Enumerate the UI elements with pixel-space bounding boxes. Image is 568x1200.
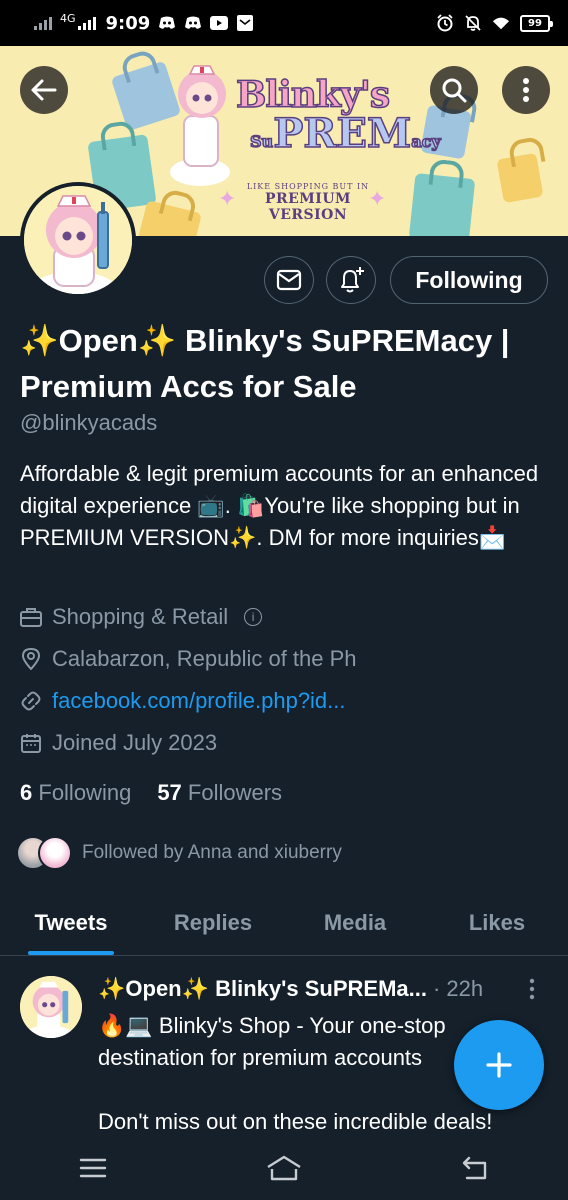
website-link[interactable]: facebook.com/profile.php?id...	[52, 688, 346, 714]
signal-icon-2	[77, 16, 96, 30]
tweet-author-name[interactable]: ✨Open✨ Blinky's SuPREMa...	[98, 976, 427, 1002]
back-arrow-icon	[31, 79, 57, 101]
location-text: Calabarzon, Republic of the Ph	[52, 646, 357, 671]
tab-replies[interactable]: Replies	[142, 888, 284, 955]
shopping-bag-icon	[408, 173, 476, 236]
message-button[interactable]	[264, 256, 314, 304]
username-handle: @blinkyacads	[20, 410, 158, 435]
tweet-timestamp[interactable]: · 22h	[433, 976, 483, 1002]
plus-icon	[486, 1052, 512, 1078]
joined-date: Joined July 2023	[52, 730, 218, 755]
location-row: Calabarzon, Republic of the Ph	[20, 646, 357, 672]
followed-by-row[interactable]: Followed by Anna and xiuberry	[16, 836, 342, 870]
briefcase-icon	[20, 606, 42, 628]
notifications-button[interactable]	[326, 256, 376, 304]
compose-tweet-button[interactable]	[454, 1020, 544, 1110]
system-navigation-bar	[0, 1140, 568, 1200]
followed-by-text: Followed by Anna and xiuberry	[82, 842, 342, 863]
discord-icon	[158, 16, 176, 31]
signal-icon	[34, 16, 52, 30]
status-bar: 4G 9:09 99	[0, 0, 568, 46]
youtube-icon	[210, 16, 229, 31]
network-type: 4G	[60, 11, 76, 25]
link-row: facebook.com/profile.php?id...	[20, 688, 346, 714]
joined-row: Joined July 2023	[20, 730, 217, 756]
recent-apps-button[interactable]	[79, 1157, 107, 1184]
back-nav-button[interactable]	[461, 1156, 489, 1185]
mascot-illustration	[170, 60, 236, 190]
profile-bio: Affordable & legit premium accounts for …	[20, 461, 539, 550]
follow-counts: 6 Following 57 Followers	[20, 780, 282, 806]
category-text: Shopping & Retail	[52, 604, 229, 629]
home-button[interactable]	[266, 1155, 302, 1186]
tweet-header: ✨Open✨ Blinky's SuPREMa... · 22h	[98, 976, 538, 1002]
more-vertical-icon	[523, 78, 529, 102]
more-vertical-icon	[529, 978, 535, 1000]
discord-icon	[184, 16, 202, 31]
banner-brand: Blinky's SuPREMacy	[235, 73, 441, 158]
profile-avatar[interactable]	[20, 182, 136, 298]
calendar-icon	[20, 732, 42, 754]
tab-media[interactable]: Media	[284, 888, 426, 955]
bell-plus-icon	[341, 267, 364, 293]
clock: 9:09	[105, 12, 151, 34]
mail-icon	[236, 15, 254, 31]
menu-icon	[80, 1158, 107, 1177]
back-button[interactable]	[20, 66, 68, 114]
link-icon	[20, 690, 42, 712]
location-pin-icon	[20, 648, 42, 670]
envelope-icon	[276, 269, 302, 291]
tab-tweets[interactable]: Tweets	[0, 888, 142, 955]
category-row: Shopping & Retail i	[20, 604, 263, 630]
avatar	[38, 836, 72, 870]
home-icon	[267, 1155, 301, 1180]
shopping-bag-icon	[134, 200, 202, 236]
following-button[interactable]: Following	[390, 256, 548, 304]
shopping-bag-icon	[496, 152, 544, 204]
wifi-icon	[492, 16, 510, 31]
tab-likes[interactable]: Likes	[426, 888, 568, 955]
brand-line-2: SuPREMacy	[249, 109, 441, 158]
tweet-avatar[interactable]	[20, 976, 82, 1038]
following-count-link[interactable]: 6 Following	[20, 780, 131, 806]
banner-tagline: LIKE SHOPPING BUT IN PREMIUM VERSION	[246, 182, 370, 223]
info-icon[interactable]: i	[244, 608, 263, 626]
more-options-button[interactable]	[502, 66, 550, 114]
search-icon	[442, 78, 467, 103]
followers-count-link[interactable]: 57 Followers	[157, 780, 282, 806]
tweet-more-button[interactable]	[528, 978, 536, 1005]
search-button[interactable]	[430, 66, 478, 114]
mute-icon	[464, 15, 482, 31]
display-name: ✨Open✨ Blinky's SuPREMacy | Premium Accs…	[20, 323, 510, 404]
profile-tabs: Tweets Replies Media Likes	[0, 888, 568, 956]
alarm-icon	[436, 14, 454, 32]
back-icon	[462, 1156, 486, 1179]
battery-indicator: 99	[520, 14, 553, 32]
